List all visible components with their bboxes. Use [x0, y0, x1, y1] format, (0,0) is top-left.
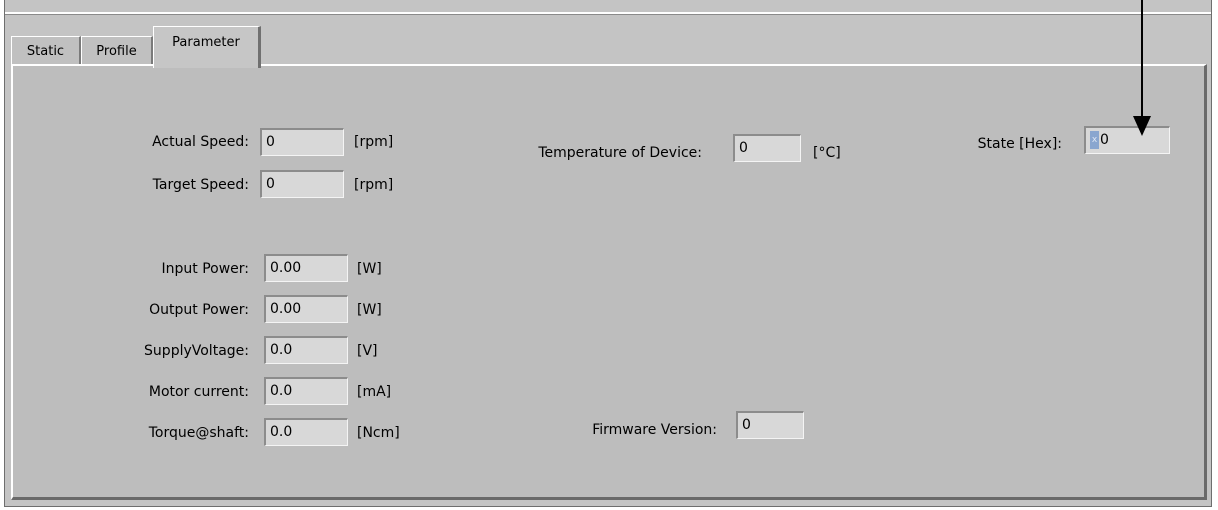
- target-speed-label: Target Speed:: [152, 177, 249, 193]
- output-power-label: Output Power:: [149, 302, 249, 318]
- annotation-arrow-shaft: [1141, 0, 1143, 118]
- state-hex-field[interactable]: x0: [1084, 126, 1170, 154]
- tab-static-label: Static: [26, 44, 65, 59]
- state-hex-label: State [Hex]:: [977, 136, 1062, 152]
- tab-parameter[interactable]: Parameter: [153, 26, 261, 68]
- tab-profile-label: Profile: [96, 44, 137, 59]
- torque-unit: [Ncm]: [357, 425, 400, 441]
- motor-current-field[interactable]: 0.0: [264, 377, 348, 405]
- temperature-field[interactable]: 0: [733, 134, 801, 162]
- actual-speed-unit: [rpm]: [354, 134, 394, 150]
- supply-voltage-unit: [V]: [357, 343, 378, 359]
- actual-speed-field[interactable]: 0: [260, 128, 344, 156]
- window-top-border: [5, 12, 1211, 15]
- motor-current-label: Motor current:: [148, 384, 249, 400]
- output-power-unit: [W]: [357, 302, 382, 318]
- firmware-version-field[interactable]: 0: [736, 411, 804, 439]
- state-hex-value: 0: [1100, 132, 1109, 148]
- hex-prefix-indicator: x: [1090, 131, 1099, 149]
- screenshot-root: Static Profile Parameter Actual Speed: 0…: [0, 0, 1218, 510]
- tab-static[interactable]: Static: [11, 36, 81, 66]
- firmware-version-label: Firmware Version:: [592, 422, 717, 438]
- application-window: Static Profile Parameter Actual Speed: 0…: [4, 0, 1212, 507]
- torque-label: Torque@shaft:: [148, 425, 249, 441]
- temperature-label: Temperature of Device:: [538, 145, 702, 161]
- output-power-field[interactable]: 0.00: [264, 295, 348, 323]
- supply-voltage-field[interactable]: 0.0: [264, 336, 348, 364]
- torque-field[interactable]: 0.0: [264, 418, 348, 446]
- parameter-panel: Actual Speed: 0 [rpm] Target Speed: 0 [r…: [11, 64, 1207, 500]
- actual-speed-label: Actual Speed:: [152, 134, 249, 150]
- supply-voltage-label: SupplyVoltage:: [144, 343, 249, 359]
- target-speed-unit: [rpm]: [354, 177, 394, 193]
- input-power-unit: [W]: [357, 261, 382, 277]
- input-power-field[interactable]: 0.00: [264, 254, 348, 282]
- tab-parameter-label: Parameter: [172, 35, 240, 50]
- annotation-arrow-head-icon: [1133, 116, 1151, 136]
- motor-current-unit: [mA]: [357, 384, 392, 400]
- temperature-unit: [°C]: [813, 145, 841, 161]
- input-power-label: Input Power:: [161, 261, 250, 277]
- tab-profile[interactable]: Profile: [81, 36, 153, 66]
- target-speed-field[interactable]: 0: [260, 170, 344, 198]
